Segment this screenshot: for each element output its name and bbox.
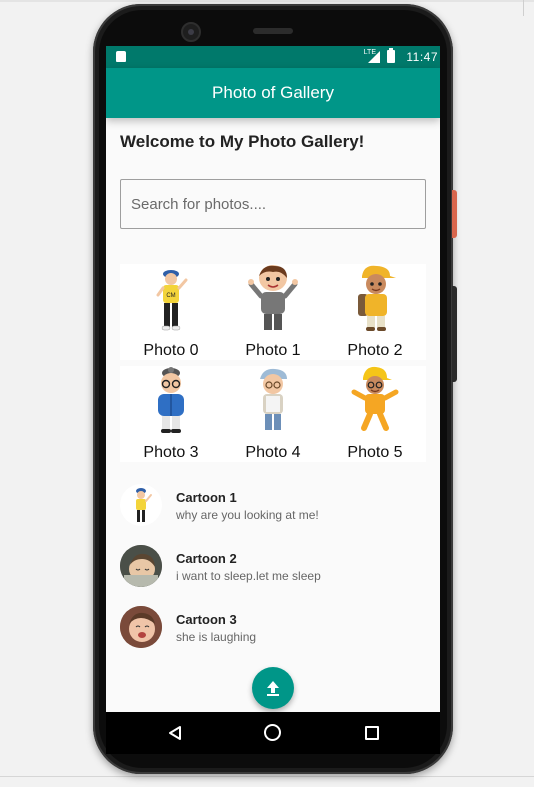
window-edge-top (0, 0, 534, 2)
laughing-baby-avatar-icon (120, 606, 162, 648)
volume-button[interactable] (452, 286, 457, 382)
device-stage: LTE 11:47 Photo of Gallery Welcome to My… (0, 0, 534, 787)
photo-caption: Photo 1 (245, 342, 301, 359)
photo-caption: Photo 3 (143, 444, 199, 461)
list-item[interactable]: Cartoon 1 why are you looking at me! (106, 478, 440, 536)
photo-caption: Photo 2 (347, 342, 403, 359)
list-item-subtitle: why are you looking at me! (176, 508, 319, 522)
sleeping-baby-avatar-icon (120, 545, 162, 587)
cartoon-boy-yellow-shirt-icon: CM (128, 264, 214, 334)
status-bar: LTE 11:47 (106, 46, 440, 68)
cartoon-boy-blue-jacket-icon (128, 366, 214, 436)
cartoon-boy-waving-icon (230, 264, 316, 334)
photo-item[interactable]: Photo 3 (120, 366, 222, 462)
navigation-bar (106, 712, 440, 754)
status-time: 11:47 (406, 50, 438, 64)
welcome-heading: Welcome to My Photo Gallery! (120, 132, 365, 151)
front-camera-icon (181, 22, 201, 42)
photo-item[interactable]: Photo 1 (222, 264, 324, 360)
back-icon[interactable] (168, 725, 182, 741)
list-item-title: Cartoon 3 (176, 612, 237, 627)
photo-caption: Photo 5 (347, 444, 403, 461)
signal-icon (368, 51, 380, 63)
photo-item[interactable]: Photo 5 (324, 366, 426, 462)
photo-item[interactable]: CM Photo 0 (120, 264, 222, 360)
list-item-title: Cartoon 2 (176, 551, 237, 566)
window-edge-bottom (0, 776, 534, 777)
home-icon[interactable] (264, 724, 281, 741)
phone-screen: LTE 11:47 Photo of Gallery Welcome to My… (106, 46, 440, 712)
app-bar: Photo of Gallery (106, 68, 440, 118)
earpiece-speaker (253, 28, 293, 34)
upload-icon (267, 681, 279, 696)
list-item-subtitle: she is laughing (176, 630, 257, 644)
photo-caption: Photo 4 (245, 444, 301, 461)
cartoon-boy-backpack-icon (332, 264, 418, 334)
photo-item[interactable]: Photo 2 (324, 264, 426, 360)
list-item[interactable]: Cartoon 3 she is laughing (106, 600, 440, 658)
cartoon-avatar-icon (120, 484, 162, 526)
list-item-title: Cartoon 1 (176, 490, 237, 505)
recents-icon[interactable] (365, 726, 379, 740)
svg-text:CM: CM (166, 293, 175, 299)
photo-item[interactable]: Photo 4 (222, 366, 324, 462)
cartoon-boy-cap-icon (230, 366, 316, 436)
search-input[interactable] (120, 179, 426, 229)
photo-caption: Photo 0 (143, 342, 199, 359)
list-item[interactable]: Cartoon 2 i want to sleep.let me sleep (106, 539, 440, 597)
window-corner (523, 0, 524, 16)
list-item-subtitle: i want to sleep.let me sleep (176, 569, 321, 583)
notification-icon (116, 51, 126, 62)
app-bar-title: Photo of Gallery (212, 83, 334, 102)
battery-icon (387, 48, 395, 63)
cartoon-boy-yellow-outfit-icon (332, 366, 418, 436)
upload-button[interactable] (252, 667, 294, 709)
power-button[interactable] (452, 190, 457, 238)
